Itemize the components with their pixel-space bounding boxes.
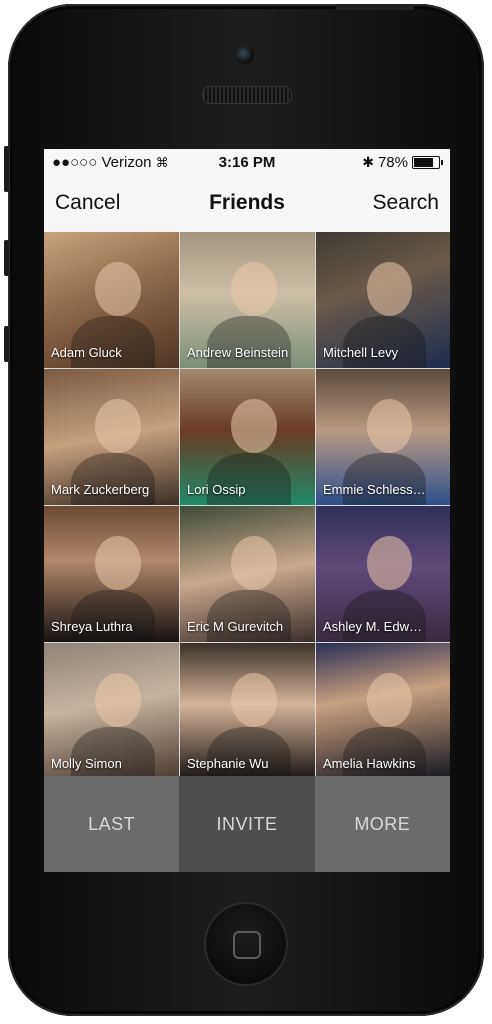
power-button xyxy=(336,4,414,10)
friend-name: Molly Simon xyxy=(51,756,122,771)
home-button[interactable] xyxy=(204,902,288,986)
portrait-body xyxy=(71,590,155,642)
portrait-face xyxy=(95,672,142,728)
portrait-body xyxy=(342,590,426,642)
invite-button[interactable]: INVITE xyxy=(179,776,315,872)
portrait-face xyxy=(231,261,278,317)
friend-name: Shreya Luthra xyxy=(51,619,133,634)
last-button[interactable]: LAST xyxy=(44,776,180,872)
portrait-face xyxy=(231,398,278,454)
portrait-body xyxy=(342,453,426,505)
friend-name: Ashley M. Edw… xyxy=(323,619,422,634)
friend-name: Lori Ossip xyxy=(187,482,246,497)
battery-percentage: 78% xyxy=(377,154,408,171)
friend-tile[interactable]: Emmie Schless… xyxy=(316,369,450,505)
friend-name: Mitchell Levy xyxy=(323,345,399,360)
portrait-body xyxy=(207,453,291,505)
portrait-body xyxy=(342,727,426,779)
friend-name: Eric M Gurevitch xyxy=(187,619,284,634)
portrait-face xyxy=(95,261,142,317)
search-button[interactable]: Search xyxy=(372,191,439,215)
screen: ●●○○○ Verizon ⌘ 3:16 PM ✱ 78% Cancel Fri… xyxy=(44,149,450,872)
portrait-body xyxy=(207,590,291,642)
portrait-body xyxy=(207,727,291,779)
friend-tile[interactable]: Adam Gluck xyxy=(44,232,179,368)
navigation-bar: Cancel Friends Search xyxy=(44,177,450,233)
portrait-face xyxy=(366,398,413,454)
portrait-face xyxy=(231,535,278,591)
friend-tile[interactable]: Stephanie Wu xyxy=(180,643,315,779)
home-square-icon xyxy=(233,931,261,959)
more-button[interactable]: MORE xyxy=(314,776,450,872)
friend-tile[interactable]: Eric M Gurevitch xyxy=(180,506,315,642)
friend-tile[interactable]: Lori Ossip xyxy=(180,369,315,505)
bluetooth-icon: ✱ xyxy=(362,154,374,170)
battery-indicator: ✱ 78% xyxy=(362,154,443,171)
portrait-face xyxy=(95,535,142,591)
friend-tile[interactable]: Shreya Luthra xyxy=(44,506,179,642)
friends-grid: Adam Gluck Andrew Beinstein Mitchell Lev… xyxy=(44,232,450,779)
bottom-toolbar: LAST INVITE MORE xyxy=(44,776,450,872)
friend-tile[interactable]: Amelia Hawkins xyxy=(316,643,450,779)
portrait-face xyxy=(366,261,413,317)
friend-tile[interactable]: Andrew Beinstein xyxy=(180,232,315,368)
portrait-body xyxy=(71,453,155,505)
portrait-body xyxy=(71,316,155,368)
friend-name: Adam Gluck xyxy=(51,345,122,360)
portrait-face xyxy=(366,535,413,591)
friend-name: Amelia Hawkins xyxy=(323,756,416,771)
portrait-face xyxy=(231,672,278,728)
friend-tile[interactable]: Mitchell Levy xyxy=(316,232,450,368)
portrait-face xyxy=(95,398,142,454)
friend-tile[interactable]: Molly Simon xyxy=(44,643,179,779)
friend-name: Mark Zuckerberg xyxy=(51,482,150,497)
portrait-face xyxy=(366,672,413,728)
volume-up-button xyxy=(4,240,9,276)
volume-down-button xyxy=(4,326,9,362)
portrait-body xyxy=(342,316,426,368)
friend-tile[interactable]: Mark Zuckerberg xyxy=(44,369,179,505)
portrait-body xyxy=(71,727,155,779)
friend-name: Emmie Schless… xyxy=(323,482,426,497)
portrait-body xyxy=(207,316,291,368)
friend-name: Stephanie Wu xyxy=(187,756,269,771)
speaker-grille xyxy=(202,86,292,104)
status-bar: ●●○○○ Verizon ⌘ 3:16 PM ✱ 78% xyxy=(44,149,450,177)
friend-name: Andrew Beinstein xyxy=(187,345,289,360)
mute-switch xyxy=(4,146,9,192)
friend-tile[interactable]: Ashley M. Edw… xyxy=(316,506,450,642)
battery-icon xyxy=(412,156,443,169)
camera-icon xyxy=(236,46,254,64)
